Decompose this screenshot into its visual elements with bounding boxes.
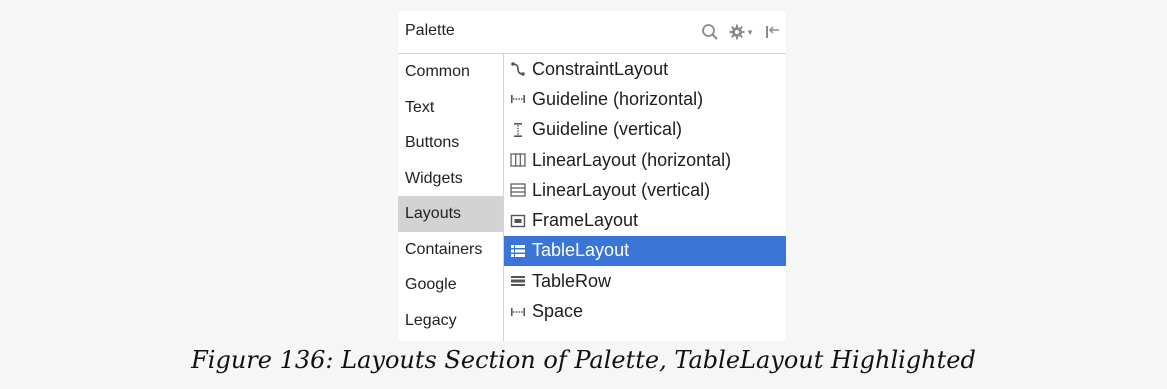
linear-layout-vertical-icon — [509, 181, 527, 199]
item-table-layout[interactable]: TableLayout — [504, 235, 786, 267]
item-label: FrameLayout — [532, 210, 639, 231]
frame-layout-icon — [509, 212, 527, 230]
guideline-horizontal-icon — [509, 90, 527, 108]
guideline-vertical-icon — [509, 121, 527, 139]
category-common[interactable]: Common — [398, 54, 503, 90]
item-linear-layout-horizontal[interactable]: LinearLayout (horizontal) — [504, 145, 786, 175]
item-guideline-horizontal[interactable]: Guideline (horizontal) — [504, 84, 786, 114]
category-buttons[interactable]: Buttons — [398, 125, 503, 161]
constraint-layout-icon — [509, 60, 527, 78]
table-layout-icon — [509, 242, 527, 260]
search-icon[interactable] — [701, 23, 719, 41]
item-label: Guideline (vertical) — [532, 119, 683, 140]
palette-toolbar: ▼ — [701, 21, 780, 43]
item-constraint-layout[interactable]: ConstraintLayout — [504, 54, 786, 84]
item-frame-layout[interactable]: FrameLayout — [504, 205, 786, 235]
item-label: Space — [532, 301, 584, 322]
gear-icon[interactable]: ▼ — [729, 24, 754, 40]
item-label: ConstraintLayout — [532, 58, 669, 79]
category-containers[interactable]: Containers — [398, 232, 503, 268]
table-row-icon — [509, 272, 527, 290]
item-label: LinearLayout (horizontal) — [532, 149, 732, 170]
item-linear-layout-vertical[interactable]: LinearLayout (vertical) — [504, 175, 786, 205]
space-icon — [509, 303, 527, 321]
category-layouts[interactable]: Layouts — [398, 196, 503, 232]
category-text[interactable]: Text — [398, 90, 503, 126]
item-label: TableLayout — [532, 240, 630, 261]
palette-header: Palette ▼ — [398, 11, 786, 54]
category-widgets[interactable]: Widgets — [398, 161, 503, 197]
component-list: ConstraintLayout Guideline (horizontal) — [504, 54, 786, 341]
category-list: Common Text Buttons Widgets Layouts Cont… — [398, 54, 503, 341]
item-table-row[interactable]: TableRow — [504, 266, 786, 296]
item-label: Guideline (horizontal) — [532, 88, 704, 109]
item-guideline-vertical[interactable]: Guideline (vertical) — [504, 115, 786, 145]
chevron-down-icon: ▼ — [746, 27, 754, 37]
category-legacy[interactable]: Legacy — [398, 303, 503, 339]
pin-left-icon[interactable] — [764, 24, 780, 40]
palette-panel: Palette ▼ Common Text Buttons Widgets La… — [398, 11, 786, 341]
palette-title: Palette — [405, 22, 455, 39]
item-label: TableRow — [532, 270, 612, 291]
figure-caption: Figure 136: Layouts Section of Palette, … — [191, 346, 976, 374]
linear-layout-horizontal-icon — [509, 151, 527, 169]
category-google[interactable]: Google — [398, 267, 503, 303]
item-space[interactable]: Space — [504, 296, 786, 326]
item-label: LinearLayout (vertical) — [532, 179, 711, 200]
